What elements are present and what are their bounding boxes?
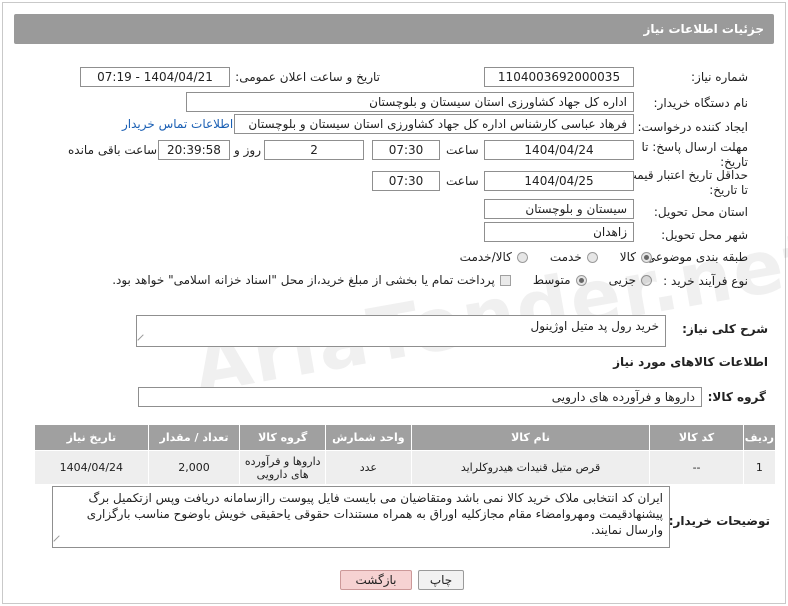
radio-icon[interactable] — [641, 274, 652, 286]
price-time-label: ساعت — [446, 174, 479, 188]
table-header-row: ردیف کد کالا نام کالا واحد شمارش گروه کا… — [34, 424, 777, 451]
goods-section-title: اطلاعات کالاهای مورد نیاز — [613, 355, 768, 369]
goods-table: ردیف کد کالا نام کالا واحد شمارش گروه کا… — [34, 424, 777, 485]
need-number-field: 1104003692000035 — [484, 67, 634, 87]
reply-date-field: 1404/04/24 — [484, 140, 634, 160]
announce-label: تاریخ و ساعت اعلان عمومی: — [235, 70, 380, 84]
radio-selected-icon[interactable] — [575, 274, 587, 286]
buyer-label: نام دستگاه خریدار: — [653, 96, 749, 110]
description-textarea: خرید رول پد متیل اوژینول — [136, 315, 666, 347]
process-radio-group: جزیی متوسط پرداخت تمام یا بخشی از مبلغ خ… — [100, 273, 652, 287]
radio-icon[interactable] — [516, 251, 528, 263]
category-option-goods-service[interactable]: کالا/خدمت — [460, 250, 528, 264]
city-field: زاهدان — [484, 222, 634, 242]
col-date: تاریخ نیاز — [34, 424, 149, 451]
buyer-notes-textarea: ایران کد انتخابی ملاک خرید کالا نمی باشد… — [52, 486, 670, 548]
price-date-field: 1404/04/25 — [484, 171, 634, 191]
cell-date: 1404/04/24 — [34, 450, 149, 485]
buyer-field: اداره کل جهاد کشاورزی استان سیستان و بلو… — [186, 92, 634, 112]
reply-time-label: ساعت — [446, 143, 479, 157]
process-label: نوع فرآیند خرید : — [663, 274, 748, 288]
col-code: کد کالا — [649, 424, 744, 451]
creator-field: فرهاد عباسی کارشناس اداره کل جهاد کشاورز… — [234, 114, 634, 134]
days-label: روز و — [234, 143, 261, 157]
col-unit: واحد شمارش — [325, 424, 412, 451]
table-row: 1 -- قرص متیل قنیدات هیدروکلراید عدد دار… — [34, 450, 777, 485]
description-label: شرح کلی نیاز: — [682, 322, 768, 336]
category-option-goods[interactable]: کالا — [620, 250, 652, 264]
remaining-label: ساعت باقی مانده — [68, 143, 158, 157]
reply-deadline-label: مهلت ارسال پاسخ: تا تاریخ: — [641, 140, 748, 169]
buyer-contact-link[interactable]: اطلاعات تماس خریدار — [122, 117, 233, 131]
col-group: گروه کالا — [239, 424, 327, 451]
print-button[interactable]: چاپ — [418, 570, 464, 590]
goods-group-label: گروه کالا: — [707, 390, 766, 404]
checkbox-icon[interactable] — [499, 274, 511, 286]
page-title: جزئیات اطلاعات نیاز — [643, 22, 764, 36]
page-header: جزئیات اطلاعات نیاز — [14, 14, 774, 44]
announce-field: 1404/04/21 - 07:19 — [80, 67, 230, 87]
city-label: شهر محل تحویل: — [661, 228, 748, 242]
category-label: طبقه بندی موضوعی: — [641, 250, 748, 264]
cell-code: -- — [649, 450, 744, 485]
buyer-notes-label: توضیحات خریدار: — [668, 514, 770, 528]
need-number-label: شماره نیاز: — [691, 70, 748, 84]
creator-label: ایجاد کننده درخواست: — [637, 120, 748, 134]
resize-grip-icon — [137, 334, 149, 346]
radio-selected-icon[interactable] — [641, 251, 652, 263]
province-field: سیستان و بلوچستان — [484, 199, 634, 219]
cell-unit: عدد — [325, 450, 412, 485]
reply-time-field: 07:30 — [372, 140, 440, 160]
resize-grip-icon — [53, 535, 65, 547]
cell-name: قرص متیل قنیدات هیدروکلراید — [410, 450, 651, 485]
province-label: استان محل تحویل: — [653, 205, 748, 219]
radio-icon[interactable] — [586, 251, 598, 263]
col-name: نام کالا — [410, 424, 651, 451]
process-option-minor[interactable]: جزیی — [609, 273, 652, 287]
cell-row: 1 — [742, 450, 777, 485]
cell-group: داروها و فرآورده های دارویی — [239, 450, 327, 485]
category-option-service[interactable]: خدمت — [550, 250, 598, 264]
cell-qty: 2,000 — [147, 450, 241, 485]
price-time-field: 07:30 — [372, 171, 440, 191]
process-option-medium[interactable]: متوسط — [533, 273, 587, 287]
days-field: 2 — [264, 140, 364, 160]
col-qty: تعداد / مقدار — [147, 424, 241, 451]
col-row: ردیف — [742, 424, 777, 451]
remaining-time-field: 20:39:58 — [158, 140, 230, 160]
payment-checkbox[interactable]: پرداخت تمام یا بخشی از مبلغ خرید،از محل … — [112, 273, 511, 287]
goods-group-field: داروها و فرآورده های دارویی — [138, 387, 702, 407]
category-radio-group: کالا خدمت کالا/خدمت — [410, 250, 652, 264]
back-button[interactable]: بازگشت — [340, 570, 412, 590]
price-deadline-label: حداقل تاریخ اعتبار قیمت: تا تاریخ: — [621, 168, 748, 197]
